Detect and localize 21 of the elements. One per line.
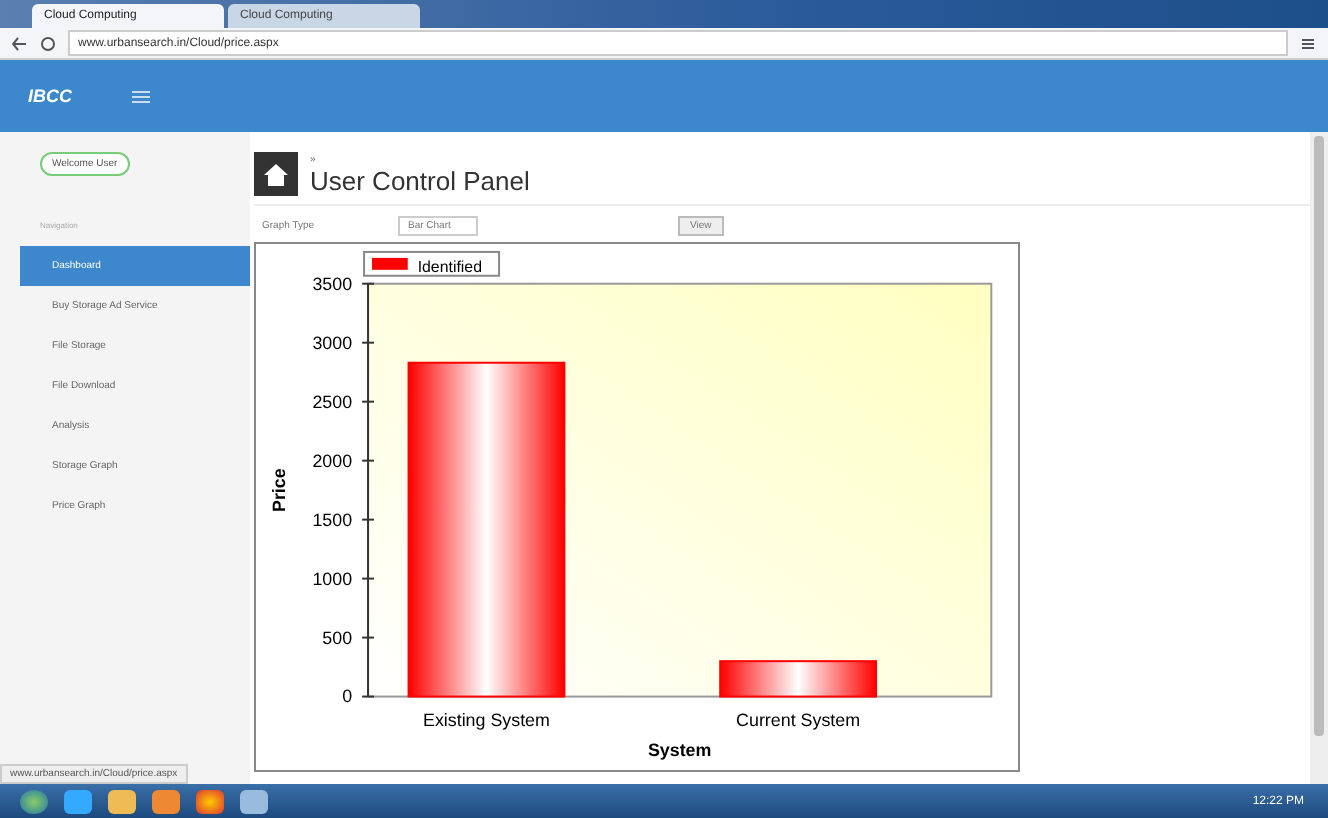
y-tick-label: 2000 <box>312 450 353 471</box>
y-tick-label: 1000 <box>312 568 353 589</box>
y-tick-label: 0 <box>342 686 353 707</box>
y-tick-label: 500 <box>322 627 353 648</box>
home-icon <box>254 152 298 196</box>
back-icon[interactable] <box>12 35 28 51</box>
scrollbar[interactable] <box>1310 132 1328 784</box>
y-axis-title: Price <box>268 468 289 512</box>
start-button[interactable] <box>20 789 48 813</box>
x-tick-label: Existing System <box>423 710 550 731</box>
page-title: User Control Panel <box>310 165 530 195</box>
x-axis-title: System <box>647 740 712 761</box>
brand-logo[interactable]: IBCC <box>28 86 72 106</box>
y-tick-label: 1500 <box>312 509 353 530</box>
y-tick-label: 2500 <box>312 391 353 412</box>
legend-label: Identified <box>417 257 482 276</box>
y-tick-label: 3000 <box>312 332 353 353</box>
reload-icon[interactable] <box>40 35 56 51</box>
menu-icon[interactable] <box>1300 35 1316 51</box>
x-tick-label: Current System <box>736 710 861 731</box>
y-tick-label: 3500 <box>312 273 353 294</box>
